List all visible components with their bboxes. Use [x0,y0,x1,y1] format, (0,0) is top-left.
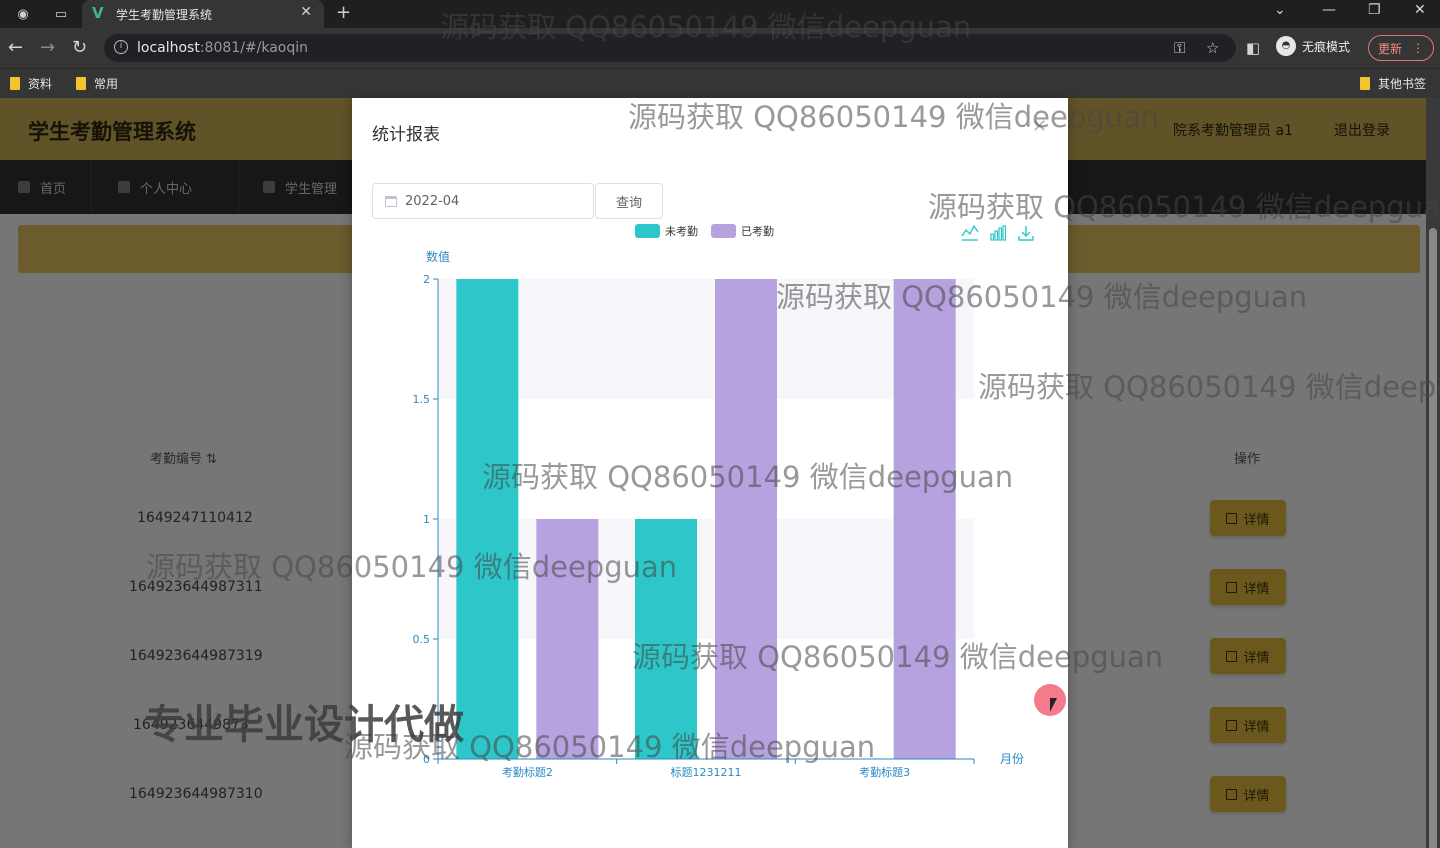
back-icon[interactable]: ← [8,37,23,58]
grid-band [438,519,974,639]
other-bookmarks[interactable]: 其他书签 [1360,75,1426,92]
legend-label: 已考勤 [741,225,774,238]
bar-present [536,519,599,759]
bookmark-label: 常用 [94,77,119,91]
sidebar-icon[interactable]: ◧ [1246,39,1260,57]
legend-swatch [711,224,736,238]
y-tick-label: 0.5 [413,633,431,646]
tab-search-icon[interactable]: ⌄ [1274,2,1286,18]
bar-chart-glyph [994,230,999,241]
url-path: :8081/#/kaoqin [199,40,309,56]
more-menu-icon[interactable]: ⋮ [1412,41,1424,55]
x-axis-label: 月份 [1000,752,1024,766]
line-chart-glyph [961,224,979,237]
update-button[interactable]: 更新 ⋮ [1368,35,1434,61]
tab-close-icon[interactable]: ✕ [300,4,312,20]
legend-swatch [635,224,660,238]
download-icon[interactable] [1018,226,1034,241]
page-scrollbar[interactable] [1426,98,1440,848]
x-tick-label: 标题1231211 [671,765,742,779]
bar-chart-glyph [990,233,995,241]
other-bookmarks-label: 其他书签 [1378,77,1427,91]
bookmark-folder-changyong[interactable]: 常用 [76,75,118,92]
bookmark-star-icon[interactable]: ☆ [1206,39,1219,57]
bookmark-folder-ziliao[interactable]: 资料 [10,75,52,92]
forward-icon[interactable]: → [40,37,55,58]
browser-tab[interactable]: V 学生考勤管理系统 ✕ [82,0,324,28]
reload-icon[interactable]: ↻ [72,37,87,58]
tab-title: 学生考勤管理系统 [116,8,213,22]
bar-absent [635,519,697,759]
y-tick-label: 1 [423,513,430,526]
vue-logo-icon: V [92,4,104,22]
update-label: 更新 [1377,41,1402,56]
bar-chart-glyph [998,227,1003,241]
folder-icon [76,77,86,90]
browser-tab-bar: ◉ ▭ V 学生考勤管理系统 ✕ + ⌄ — ❐ ✕ [0,0,1440,28]
minimize-icon[interactable]: — [1322,2,1336,18]
stats-report-dialog: 统计报表 ✕ 2022-04 查询 0 0.5 1 1.5 2 考勤标题2 标题123121… [352,98,1068,848]
key-icon[interactable]: ⚿ [1174,39,1185,57]
url-host: localhost [137,40,200,56]
x-tick-label: 考勤标题3 [859,765,910,779]
incognito-label: 无痕模式 [1302,39,1351,54]
x-tick-label: 考勤标题2 [502,765,553,779]
site-info-icon[interactable]: i [114,40,128,54]
url-text: localhost:8081/#/kaoqin [137,40,308,56]
y-tick-label: 0 [423,753,430,766]
globe-icon[interactable]: ◉ [14,5,32,23]
window-icon[interactable]: ▭ [52,5,70,23]
incognito-indicator[interactable]: ◓ 无痕模式 [1276,36,1350,56]
new-tab-icon[interactable]: + [336,2,351,23]
legend-label: 未考勤 [665,225,698,238]
incognito-icon: ◓ [1276,36,1296,56]
url-field[interactable]: i localhost:8081/#/kaoqin ⚿ ☆ [104,34,1236,62]
mouse-cursor-icon [1050,698,1057,712]
folder-icon [10,77,20,90]
folder-icon [1360,77,1370,90]
bar-absent [456,279,519,759]
bar-present [893,279,956,759]
bookmark-label: 资料 [28,77,53,91]
y-tick-label: 2 [423,273,430,286]
close-window-icon[interactable]: ✕ [1414,2,1426,18]
y-axis-label: 数值 [426,249,450,264]
line-chart-icon[interactable] [961,224,979,241]
bar-chart-icon[interactable] [990,225,1007,241]
restore-icon[interactable]: ❐ [1368,2,1381,18]
bar-chart: 0 0.5 1 1.5 2 考勤标题2 标题1231211 考勤标题3 数值月份 未考勤 已考勤 [413,224,1034,779]
bar-chart-glyph [1002,225,1007,241]
grid-band [438,279,974,399]
address-bar: ← → ↻ i localhost:8081/#/kaoqin ⚿ ☆ ◧ ◓ … [0,28,1440,68]
y-tick-label: 1.5 [413,393,431,406]
bookmarks-bar: 资料 常用 其他书签 [0,68,1440,98]
scrollbar-thumb[interactable] [1429,228,1437,848]
bar-present [715,279,777,759]
